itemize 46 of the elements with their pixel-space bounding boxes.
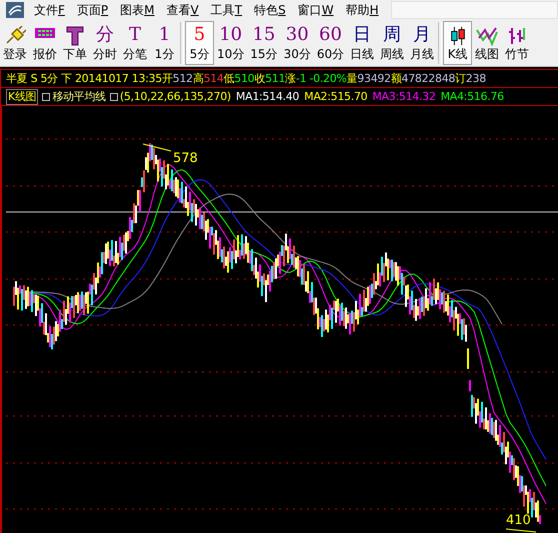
toolbar-button[interactable]: 5 5分: [185, 21, 214, 65]
quote-text: 低: [224, 71, 234, 86]
quote-text: 涨: [285, 71, 296, 86]
indicator-params: (5,10,22,66,135,270): [120, 90, 231, 103]
leader-line: [506, 528, 536, 532]
menu-item[interactable]: 图表M: [116, 2, 163, 18]
quote-text: 47822848: [402, 72, 456, 85]
quote-text: 512: [172, 72, 193, 85]
quote-text: 额: [390, 71, 402, 86]
menu-item[interactable]: 文件F: [30, 2, 73, 18]
ma-value: MA4:516.76: [440, 90, 504, 103]
ma-value: MA2:515.70: [304, 90, 368, 103]
quote-text: 收: [254, 71, 266, 86]
indicator-name[interactable]: 移动平均线: [52, 89, 106, 104]
quote-text: 量: [346, 71, 358, 86]
menu-item[interactable]: 工具T: [206, 2, 250, 18]
leader-line: [142, 144, 172, 152]
quote-text: 订: [455, 71, 466, 86]
bar-chart-icon: [508, 26, 526, 46]
menu-item[interactable]: 窗口 W: [294, 2, 342, 18]
toolbar-button[interactable]: K线: [443, 21, 472, 65]
quote-text: -1 -0.20%: [296, 72, 347, 85]
quote-text: 511: [265, 72, 286, 85]
collapse-icon[interactable]: [110, 92, 118, 100]
menu-item[interactable]: 页面P: [72, 2, 116, 18]
quote-text: 开: [162, 71, 173, 86]
menu-item[interactable]: 帮助H: [342, 2, 387, 18]
plug-icon: [4, 26, 26, 46]
quote-text: 238: [466, 72, 486, 85]
quote-text: 514: [203, 72, 224, 85]
t-shaped-icon: [66, 26, 84, 46]
quote-text: 半夏 S 5分 下 20141017 13:35: [6, 71, 162, 86]
high-price-label: 578: [173, 151, 198, 166]
quote-board-icon: [34, 26, 56, 40]
ma-value: MA1:514.40: [236, 90, 300, 103]
quote-text: 93492: [357, 72, 391, 85]
menu-item[interactable]: 查看V: [162, 2, 207, 18]
app-logo-icon: [6, 2, 24, 18]
chart-type-label[interactable]: K线图: [6, 88, 38, 104]
quote-text: 510: [234, 72, 254, 85]
line-chart-icon: [476, 26, 498, 46]
quote-text: 高: [192, 71, 204, 86]
menu-item[interactable]: 特色S: [250, 2, 294, 18]
low-price-label: 410: [506, 513, 531, 528]
ma-value: MA3:514.32: [372, 90, 436, 103]
collapse-icon[interactable]: [42, 92, 50, 100]
